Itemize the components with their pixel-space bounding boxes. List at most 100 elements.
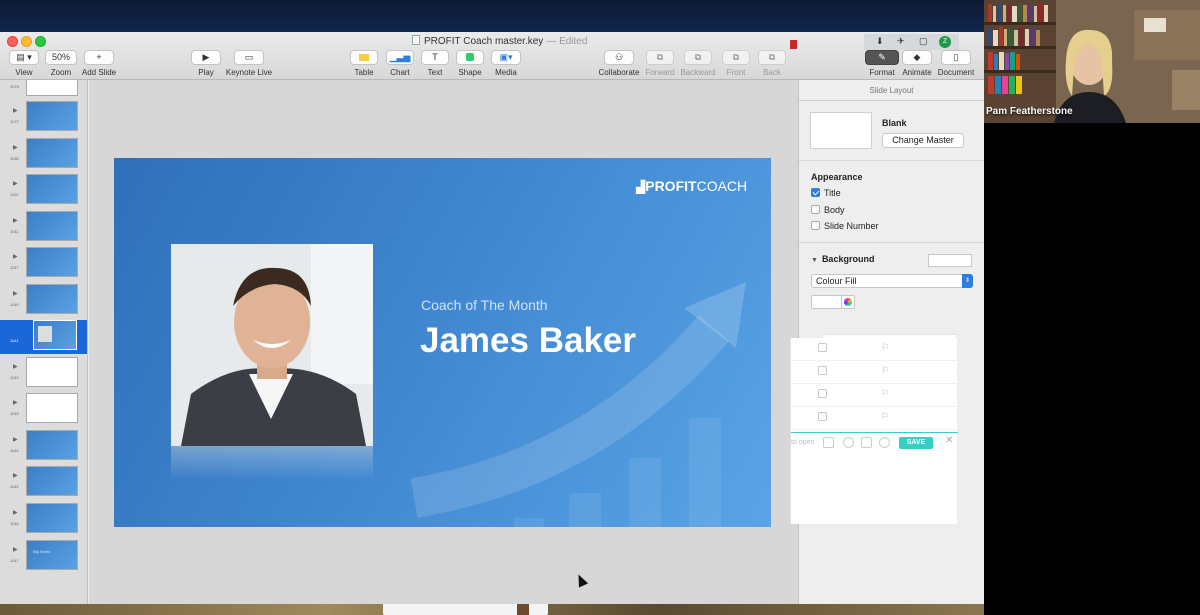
- slide-thumbnail-item[interactable]: ▶ 1142: [0, 357, 87, 391]
- disclosure-arrow-icon[interactable]: ▶: [13, 217, 18, 224]
- back-button[interactable]: ⧉ Back: [757, 50, 787, 77]
- disclosure-arrow-icon[interactable]: ▶: [13, 436, 18, 443]
- slide-thumbnail-item[interactable]: ▶ 1140: [0, 284, 87, 318]
- view-button[interactable]: ▤ ▾ View: [5, 50, 43, 77]
- background-color-preview[interactable]: [928, 254, 972, 267]
- slide-thumbnail[interactable]: [33, 320, 77, 350]
- slide-thumbnail[interactable]: Big Notes: [26, 540, 78, 570]
- slide[interactable]: ▟PROFITCOACH Coach of The Month James Ba…: [114, 158, 771, 527]
- disclosure-arrow-icon[interactable]: ▶: [13, 363, 18, 370]
- disclosure-arrow-icon[interactable]: ▶: [13, 180, 18, 187]
- slide-thumbnail[interactable]: [26, 211, 78, 241]
- calendar-icon[interactable]: [861, 437, 872, 448]
- flag-outline-icon[interactable]: ⚐: [881, 342, 889, 353]
- extension-badge-icon[interactable]: Z: [939, 36, 951, 48]
- inspector-tab-slide-layout[interactable]: Slide Layout: [799, 80, 984, 101]
- close-window-button[interactable]: [7, 36, 18, 47]
- flag-icon[interactable]: [790, 40, 797, 49]
- person-photo[interactable]: [171, 244, 373, 446]
- title-checkbox-row[interactable]: Title: [811, 188, 841, 198]
- disclosure-arrow-icon[interactable]: ▶: [13, 509, 18, 516]
- calendar-icon[interactable]: [818, 366, 827, 375]
- overlay-row[interactable]: ⚐: [791, 407, 958, 430]
- slide-thumbnail[interactable]: [26, 138, 78, 168]
- collaborate-button[interactable]: ⚇ Collaborate: [597, 50, 641, 77]
- calendar-icon[interactable]: [818, 412, 827, 421]
- slide-thumbnail[interactable]: [26, 503, 78, 533]
- overlay-row[interactable]: ⚐: [791, 361, 958, 384]
- background-section-toggle[interactable]: ▼ Background: [811, 254, 874, 264]
- disclosure-arrow-icon[interactable]: ▶: [13, 253, 18, 260]
- slide-thumbnail-item[interactable]: ▶ 1144: [0, 430, 87, 464]
- overlay-row[interactable]: ⚐: [791, 384, 958, 407]
- slide-thumbnail-item[interactable]: ▶ 1063: [0, 393, 87, 427]
- disclosure-arrow-icon[interactable]: ▶: [13, 107, 18, 114]
- slide-thumbnail[interactable]: [26, 430, 78, 460]
- maximize-window-button[interactable]: [35, 36, 46, 47]
- slide-thumbnail-item[interactable]: 1141: [0, 320, 87, 354]
- save-button[interactable]: SAVE: [899, 437, 933, 449]
- disclosure-arrow-icon[interactable]: ▶: [13, 546, 18, 553]
- slide-thumbnail-item[interactable]: ▶ 1080: [0, 138, 87, 172]
- slide-thumbnail[interactable]: [26, 393, 78, 423]
- format-button[interactable]: ✎ Format: [864, 50, 900, 77]
- calendar-icon[interactable]: [818, 343, 827, 352]
- overlay-row[interactable]: ⚐: [791, 338, 958, 361]
- title-checkbox[interactable]: [811, 188, 820, 197]
- close-icon[interactable]: ✕: [945, 435, 953, 446]
- slide-subtitle[interactable]: Coach of The Month: [421, 297, 548, 313]
- window-icon[interactable]: ▢: [919, 36, 928, 47]
- slide-thumbnail-item[interactable]: ▶ 1146: [0, 503, 87, 537]
- document-button[interactable]: ▯ Document: [936, 50, 976, 77]
- slide-thumbnail[interactable]: [26, 247, 78, 277]
- slide-thumbnail[interactable]: [26, 174, 78, 204]
- text-button[interactable]: T Text: [420, 50, 450, 77]
- body-checkbox-row[interactable]: Body: [811, 205, 845, 215]
- chart-button[interactable]: ▁▃▅ Chart: [385, 50, 415, 77]
- table-button[interactable]: Table: [349, 50, 379, 77]
- slide-canvas[interactable]: ▟PROFITCOACH Coach of The Month James Ba…: [89, 80, 798, 604]
- slide-number-checkbox-row[interactable]: Slide Number: [811, 221, 879, 231]
- add-slide-button[interactable]: + Add Slide: [80, 50, 118, 77]
- fill-type-select[interactable]: Colour Fill ⇕: [811, 274, 973, 288]
- minimize-window-button[interactable]: [21, 36, 32, 47]
- disclosure-arrow-icon[interactable]: ▶: [13, 290, 18, 297]
- forward-button[interactable]: ⧉ Forward: [643, 50, 677, 77]
- slide-title[interactable]: James Baker: [420, 321, 636, 361]
- master-thumbnail[interactable]: [810, 112, 872, 149]
- zoom-dropdown[interactable]: 50% Zoom: [44, 50, 78, 77]
- backward-button[interactable]: ⧉ Backward: [679, 50, 717, 77]
- download-icon[interactable]: ⬇: [876, 36, 884, 47]
- body-checkbox[interactable]: [811, 205, 820, 214]
- disclosure-arrow-icon[interactable]: ▶: [13, 472, 18, 479]
- play-button[interactable]: ▶ Play: [190, 50, 222, 77]
- shape-button[interactable]: Shape: [455, 50, 485, 77]
- slide-thumbnail-item[interactable]: ▶ 1011: [0, 211, 87, 245]
- media-button[interactable]: ▣▾ Media: [490, 50, 522, 77]
- slide-thumbnail-item[interactable]: ▶ 1147 Big Notes: [0, 540, 87, 574]
- slide-thumbnail[interactable]: [26, 357, 78, 387]
- flag-outline-icon[interactable]: ⚐: [881, 365, 889, 376]
- slide-thumbnail[interactable]: [26, 101, 78, 131]
- flag-outline-icon[interactable]: ⚐: [881, 388, 889, 399]
- slide-thumbnail-item[interactable]: ▶ 1077: [0, 101, 87, 135]
- slide-thumbnail[interactable]: [26, 80, 78, 96]
- slide-thumbnail-item[interactable]: ▶ 1157: [0, 247, 87, 281]
- slide-number-checkbox[interactable]: [811, 221, 820, 230]
- slide-thumbnail[interactable]: [26, 466, 78, 496]
- pin-icon[interactable]: ✈: [897, 36, 905, 47]
- flag-outline-icon[interactable]: ⚐: [881, 411, 889, 422]
- disclosure-arrow-icon[interactable]: ▶: [13, 399, 18, 406]
- flag-icon[interactable]: [879, 437, 890, 448]
- keynote-live-button[interactable]: ▭ Keynote Live: [224, 50, 274, 77]
- color-well[interactable]: [811, 295, 843, 309]
- slide-thumbnail-item[interactable]: ▶ 1145: [0, 466, 87, 500]
- slide-thumbnail[interactable]: [26, 284, 78, 314]
- slide-thumbnail-item[interactable]: ▶ 1102: [0, 174, 87, 208]
- color-wheel-button[interactable]: [841, 295, 855, 309]
- change-master-button[interactable]: Change Master: [882, 133, 964, 148]
- disclosure-arrow-icon[interactable]: ▶: [13, 144, 18, 151]
- edit-icon[interactable]: [823, 437, 834, 448]
- calendar-icon[interactable]: [818, 389, 827, 398]
- slide-thumbnail-item[interactable]: ▶1076: [0, 80, 87, 100]
